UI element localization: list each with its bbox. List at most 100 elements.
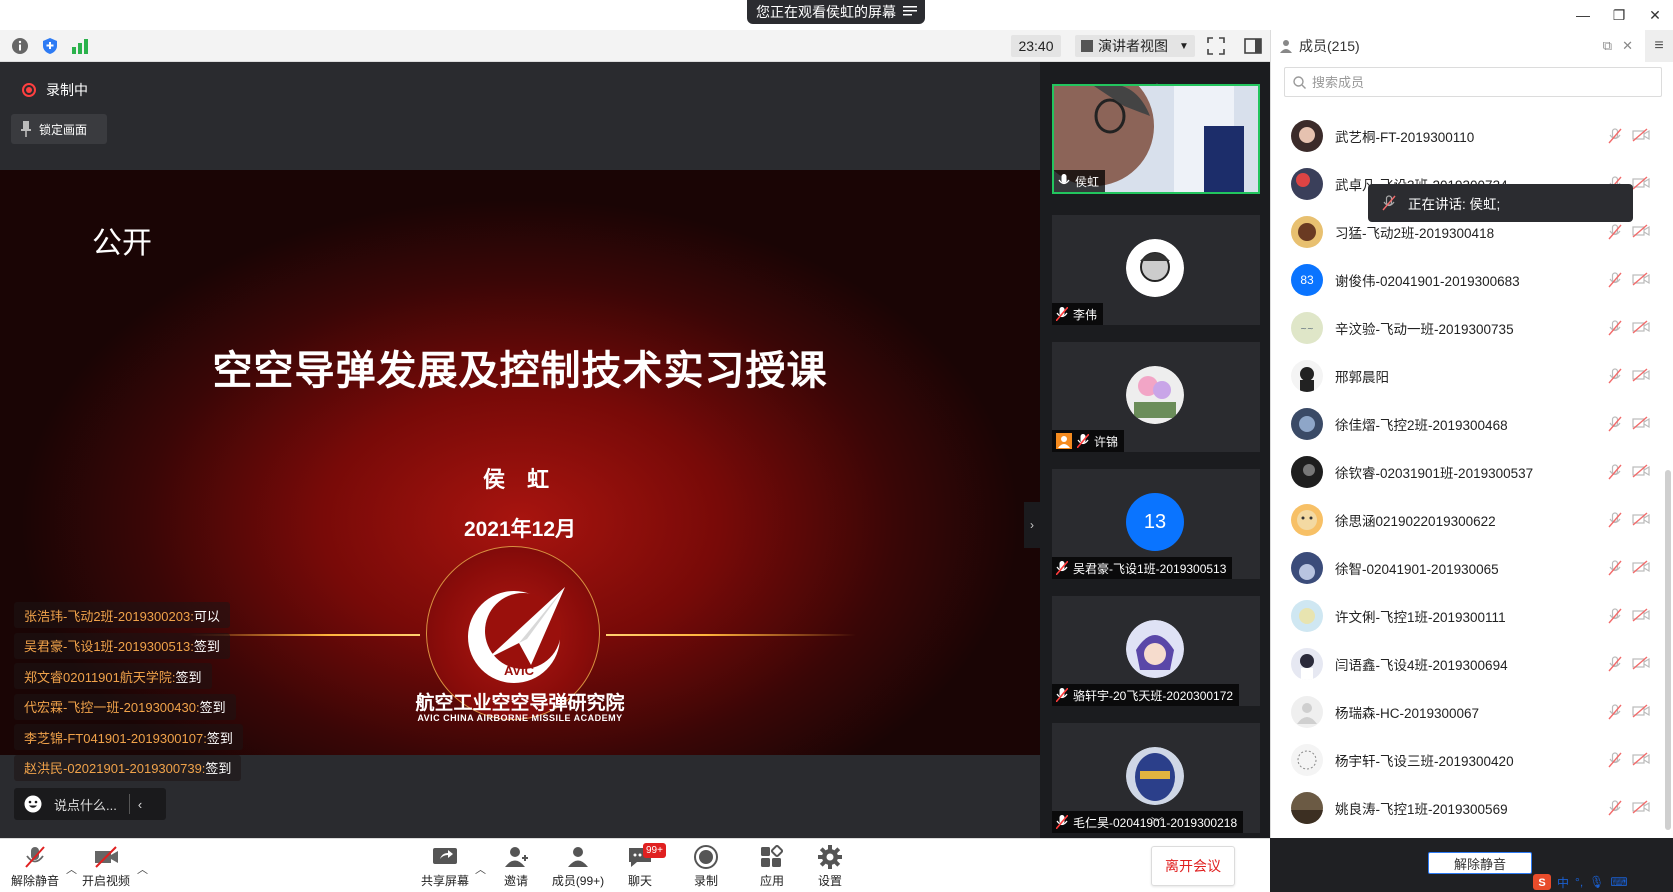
menu-icon[interactable]: ≡ [1645,30,1673,62]
list-item[interactable]: 杨瑞森-HC-2019300067 [1271,688,1664,736]
view-mode-dropdown[interactable]: 演讲者视图 ▼ [1075,35,1195,57]
camera-off-icon[interactable] [1632,656,1650,677]
camera-off-icon[interactable] [1632,560,1650,581]
start-video-button[interactable]: 开启视频 [76,845,136,891]
record-button[interactable]: 录制 [676,845,736,891]
leave-meeting-button[interactable]: 离开会议 [1151,846,1235,886]
list-item[interactable]: 武艺桐-FT-2019300110 [1271,112,1664,160]
video-tile[interactable]: 许锦 [1052,342,1260,452]
settings-button[interactable]: 设置 [800,845,860,891]
chevron-up-icon[interactable]: ︿ [137,861,148,877]
avatar-initial: 13 [1126,493,1184,551]
ime-toolbar[interactable]: S 中 °, 🎙 ⌨ [1533,872,1673,892]
search-input[interactable] [1312,74,1632,90]
video-tile[interactable]: 骆轩宇-20飞天班-2020300172 [1052,596,1260,706]
mic-off-icon[interactable] [1608,656,1622,677]
video-name-tag: 吴君豪-飞设1班-2019300513 [1052,557,1233,579]
avatar [1291,648,1323,680]
security-shield-icon[interactable] [41,37,59,55]
list-item[interactable]: 邢郭晨阳 [1271,352,1664,400]
close-icon[interactable]: ✕ [1622,38,1633,54]
fullscreen-icon[interactable] [1207,37,1225,55]
members-button[interactable]: 成员(99+) [548,845,608,891]
mic-off-icon[interactable] [1608,320,1622,341]
member-search[interactable] [1284,67,1662,97]
mic-off-icon[interactable] [1608,416,1622,437]
popout-icon[interactable]: ⧉ [1603,38,1612,54]
unmute-button[interactable]: 解除静音 [5,845,65,891]
video-tile[interactable]: 李伟 [1052,215,1260,325]
camera-off-icon[interactable] [1632,176,1650,197]
chevron-right-icon: › [1030,518,1034,532]
apps-button[interactable]: 应用 [742,845,802,891]
chevron-up-icon[interactable]: ︿ [475,861,486,877]
list-item[interactable]: 徐思涵0219022019300622 [1271,496,1664,544]
screen-share-notice[interactable]: 您正在观看侯虹的屏幕 [747,0,925,24]
list-item[interactable]: ~~ 辛汶验-飞动一班-2019300735 [1271,304,1664,352]
chat-input-bar[interactable]: 说点什么... ‹ [14,788,166,820]
invite-button[interactable]: 邀请 [486,845,546,891]
close-icon[interactable]: ✕ [1637,0,1673,30]
decorative-line-right [606,634,856,636]
chat-input-placeholder[interactable]: 说点什么... [54,795,117,814]
unmute-all-button[interactable]: 解除静音 [1428,852,1532,874]
restore-icon[interactable]: ❐ [1601,0,1637,30]
collapse-video-panel-button[interactable]: › [1024,502,1040,548]
mic-off-icon[interactable] [1608,704,1622,725]
mic-off-icon[interactable] [1608,800,1622,821]
mic-off-icon[interactable] [1608,272,1622,293]
mic-off-icon[interactable] [1608,752,1622,773]
chevron-up-icon[interactable]: ︿ [1150,74,1164,90]
mic-off-icon[interactable] [1608,368,1622,389]
member-list-scrollbar[interactable] [1665,470,1671,830]
list-item[interactable]: 83 谢俊伟-02041901-2019300683 [1271,256,1664,304]
lock-screen-button[interactable]: 锁定画面 [11,114,107,144]
emoji-icon[interactable] [24,795,42,813]
chat-overlay: 张浩玮-飞动2班-2019300203: 可以 吴君豪-飞设1班-2019300… [14,602,243,785]
mic-off-icon[interactable] [1608,512,1622,533]
list-item[interactable]: 徐智-02041901-201930065 [1271,544,1664,592]
sidebar-toggle-icon[interactable] [1244,37,1262,55]
camera-off-icon[interactable] [1632,512,1650,533]
list-item[interactable]: 杨宇轩-飞设三班-2019300420 [1271,736,1664,784]
mic-off-icon[interactable] [1608,464,1622,485]
share-screen-button[interactable]: 共享屏幕 [415,845,475,891]
signal-bars-icon[interactable] [71,37,89,55]
mic-off-icon [1077,434,1089,448]
camera-off-icon[interactable] [1632,128,1650,149]
avatar [1126,620,1184,678]
menu-icon[interactable] [903,5,917,17]
video-gallery: ︿ 侯虹 李伟 许锦 13 吴君豪-飞设1班-2019300513 骆轩宇-20… [1040,62,1270,838]
video-name-tag: 许锦 [1052,430,1125,452]
list-item[interactable]: 徐钦睿-02031901班-2019300537 [1271,448,1664,496]
list-item[interactable]: 闫语鑫-飞设4班-2019300694 [1271,640,1664,688]
minimize-icon[interactable]: — [1565,0,1601,30]
list-item[interactable]: 许文俐-飞控1班-2019300111 [1271,592,1664,640]
video-tile[interactable]: 侯虹 [1052,84,1260,194]
camera-off-icon[interactable] [1632,464,1650,485]
camera-off-icon[interactable] [1632,224,1650,245]
camera-off-icon[interactable] [1632,368,1650,389]
camera-off-icon[interactable] [1632,800,1650,821]
avatar [1291,744,1323,776]
info-icon[interactable] [11,37,29,55]
camera-off-icon[interactable] [1632,608,1650,629]
mic-off-icon [1382,195,1396,211]
mic-off-icon[interactable] [1608,128,1622,149]
avatar: 83 [1291,264,1323,296]
chevron-left-icon[interactable]: ‹ [138,797,142,812]
panel-window-controls: ⧉ ✕ [1603,38,1633,54]
mic-off-icon[interactable] [1608,608,1622,629]
mic-off-icon[interactable] [1608,560,1622,581]
camera-off-icon[interactable] [1632,272,1650,293]
camera-off-icon[interactable] [1632,752,1650,773]
camera-off-icon[interactable] [1632,704,1650,725]
list-item[interactable]: 姚良涛-飞控1班-2019300569 [1271,784,1664,832]
video-tile[interactable]: 13 吴君豪-飞设1班-2019300513 [1052,469,1260,579]
list-item[interactable]: 徐佳熠-飞控2班-2019300468 [1271,400,1664,448]
camera-off-icon[interactable] [1632,320,1650,341]
mic-off-icon[interactable] [1608,224,1622,245]
avatar [1291,120,1323,152]
camera-off-icon[interactable] [1632,416,1650,437]
chevron-down-icon[interactable]: ﹀ [1150,814,1164,830]
